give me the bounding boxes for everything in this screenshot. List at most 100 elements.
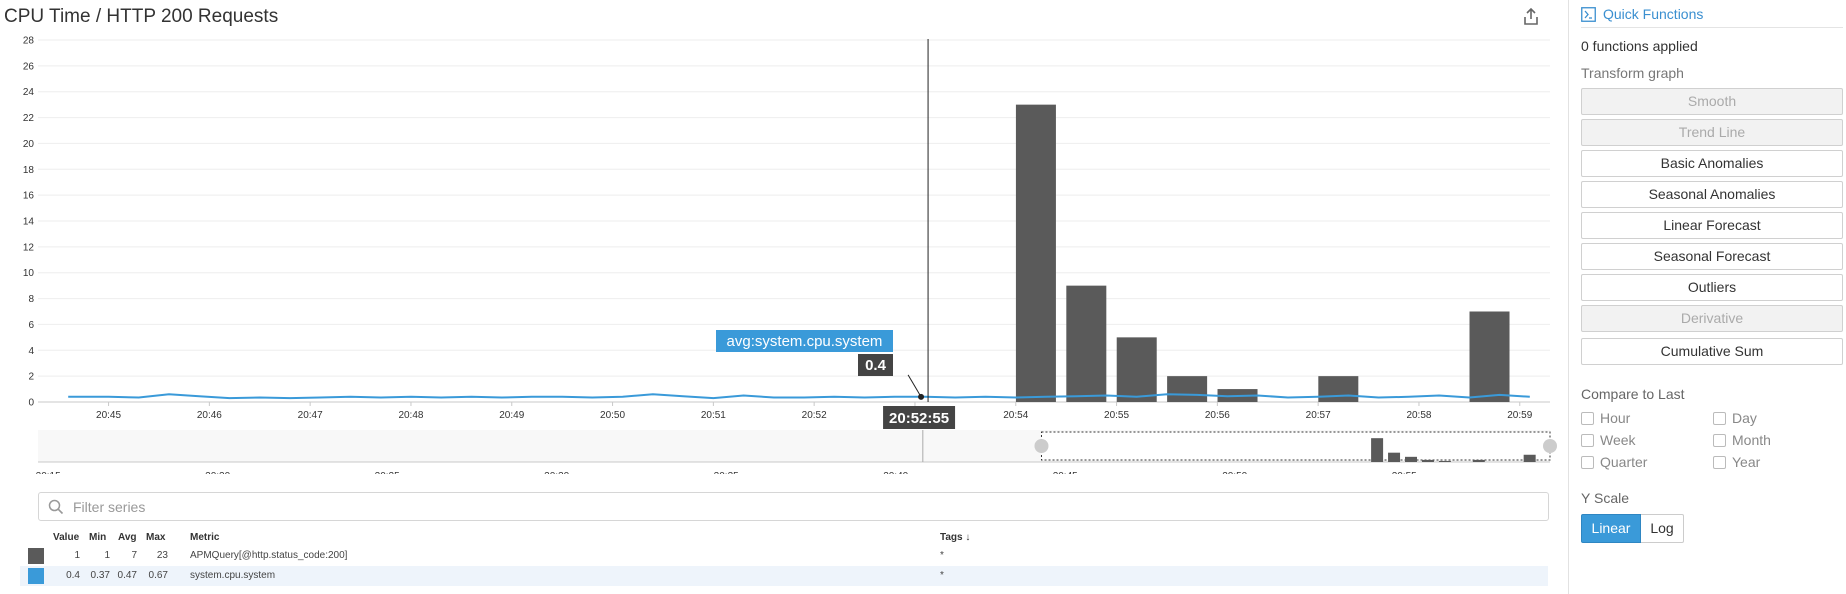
y-scale-log-button[interactable]: Log	[1641, 514, 1684, 543]
col-metric: Metric	[190, 532, 220, 543]
series-color-swatch	[28, 548, 44, 564]
cell-metric: APMQuery[@http.status_code:200]	[190, 550, 348, 561]
y-tick-label: 18	[23, 165, 35, 176]
compare-day-checkbox[interactable]: Day	[1713, 410, 1757, 426]
y-tick-label: 24	[23, 87, 35, 98]
navigator-bar	[1472, 459, 1485, 462]
bar	[1167, 376, 1208, 402]
cell-min: 1	[104, 550, 110, 561]
navigator-tick-label: 20:45	[1053, 471, 1078, 474]
bar	[1116, 337, 1157, 402]
navigator-tick-label: 20:20	[205, 471, 230, 474]
y-tick-label: 26	[23, 61, 35, 72]
compare-quarter-checkbox[interactable]: Quarter	[1581, 454, 1647, 470]
x-tick-label: 20:54	[1003, 410, 1028, 421]
y-scale-linear-button[interactable]: Linear	[1581, 514, 1641, 543]
checkbox-label: Year	[1732, 454, 1761, 470]
navigator-tick-label: 20:25	[375, 471, 400, 474]
derivative-button[interactable]: Derivative	[1581, 305, 1843, 332]
y-tick-label: 14	[23, 217, 35, 228]
quick-functions-link[interactable]: Quick Functions	[1603, 6, 1703, 22]
compare-to-last-label: Compare to Last	[1581, 386, 1685, 402]
checkbox-box[interactable]	[1713, 434, 1726, 447]
x-tick-label: 20:55	[1104, 410, 1129, 421]
navigator-bar	[1388, 452, 1401, 462]
cell-tags: *	[940, 570, 944, 581]
x-tick-label: 20:50	[600, 410, 625, 421]
quick-functions-header[interactable]: Quick Functions	[1581, 4, 1843, 28]
basic-anomalies-button[interactable]: Basic Anomalies	[1581, 150, 1843, 177]
function-icon	[1581, 7, 1596, 22]
cell-value: 0.4	[66, 570, 80, 581]
y-tick-label: 22	[23, 113, 35, 124]
compare-hour-checkbox[interactable]: Hour	[1581, 410, 1630, 426]
functions-applied-count: 0 functions applied	[1581, 38, 1698, 54]
navigator-bar	[1421, 459, 1434, 462]
col-value: Value	[53, 532, 80, 543]
x-tick-label: 20:57	[1306, 410, 1331, 421]
navigator-bar	[1523, 454, 1536, 462]
seasonal-forecast-button[interactable]: Seasonal Forecast	[1581, 243, 1843, 270]
x-tick-label: 20:52	[802, 410, 827, 421]
transform-graph-label: Transform graph	[1581, 65, 1684, 81]
bar	[1066, 285, 1107, 402]
tooltip-time: 20:52:55	[889, 410, 949, 427]
seasonal-anomalies-button[interactable]: Seasonal Anomalies	[1581, 181, 1843, 208]
compare-month-checkbox[interactable]: Month	[1713, 432, 1771, 448]
x-tick-label: 20:58	[1406, 410, 1431, 421]
chart[interactable]: 024681012141618202224262820:45 20:46 20:47…	[0, 34, 1560, 474]
checkbox-label: Month	[1732, 432, 1771, 448]
cell-tags: *	[940, 550, 944, 561]
cell-max: 23	[156, 550, 168, 561]
cell-avg: 0.47	[117, 570, 137, 581]
x-tick-label: 20:49	[499, 410, 524, 421]
x-tick-label: 20:59	[1507, 410, 1532, 421]
checkbox-box[interactable]	[1581, 434, 1594, 447]
navigator-handle-left	[1034, 439, 1049, 453]
share-icon[interactable]	[1520, 6, 1542, 28]
checkbox-box[interactable]	[1713, 456, 1726, 469]
y-tick-label: 16	[23, 191, 35, 202]
compare-week-checkbox[interactable]: Week	[1581, 432, 1636, 448]
checkbox-label: Day	[1732, 410, 1757, 426]
page-title: CPU Time / HTTP 200 Requests	[4, 6, 279, 27]
table-row[interactable]: 1 1 7 23 APMQuery[@http.status_code:200]…	[20, 546, 1548, 566]
col-avg: Avg	[118, 532, 137, 543]
table-row[interactable]: 0.4 0.37 0.47 0.67 system.cpu.system *	[20, 566, 1548, 586]
y-tick-label: 4	[28, 346, 34, 357]
linear-forecast-button[interactable]: Linear Forecast	[1581, 212, 1843, 239]
navigator-selection	[1040, 431, 1551, 461]
outliers-button[interactable]: Outliers	[1581, 274, 1843, 301]
quick-functions-panel: Quick Functions 0 functions applied Tran…	[1581, 0, 1846, 594]
x-tick-label: 20:47	[298, 410, 323, 421]
bar	[1318, 376, 1359, 402]
filter-series-input[interactable]	[71, 496, 1531, 518]
smooth-button[interactable]: Smooth	[1581, 88, 1843, 115]
y-tick-label: 8	[28, 294, 34, 305]
cpu-series-line	[68, 393, 1530, 400]
series-color-swatch	[28, 568, 44, 584]
y-scale-label: Y Scale	[1581, 490, 1629, 506]
cell-min: 0.37	[90, 570, 110, 581]
checkbox-box[interactable]	[1581, 456, 1594, 469]
col-tags-sort[interactable]: Tags ↓	[940, 532, 970, 543]
x-tick-label: 20:48	[398, 410, 423, 421]
y-tick-label: 20	[23, 139, 35, 150]
y-tick-label: 2	[28, 372, 34, 383]
trend-line-button[interactable]: Trend Line	[1581, 119, 1843, 146]
checkbox-box[interactable]	[1713, 412, 1726, 425]
checkbox-box[interactable]	[1581, 412, 1594, 425]
tooltip-pointer	[907, 374, 922, 398]
tooltip-series-name: avg:system.cpu.system	[727, 333, 883, 350]
compare-year-checkbox[interactable]: Year	[1713, 454, 1760, 470]
navigator-bar	[1438, 460, 1451, 462]
search-icon	[48, 499, 64, 515]
navigator-bar	[1371, 438, 1384, 462]
cell-value: 1	[74, 550, 80, 561]
cumulative-sum-button[interactable]: Cumulative Sum	[1581, 338, 1843, 365]
y-tick-label: 6	[28, 320, 34, 331]
navigator-tick-label: 20:50	[1222, 471, 1247, 474]
x-tick-label: 20:51	[701, 410, 726, 421]
checkbox-label: Week	[1600, 432, 1636, 448]
navigator-tick-label: 20:35	[714, 471, 739, 474]
